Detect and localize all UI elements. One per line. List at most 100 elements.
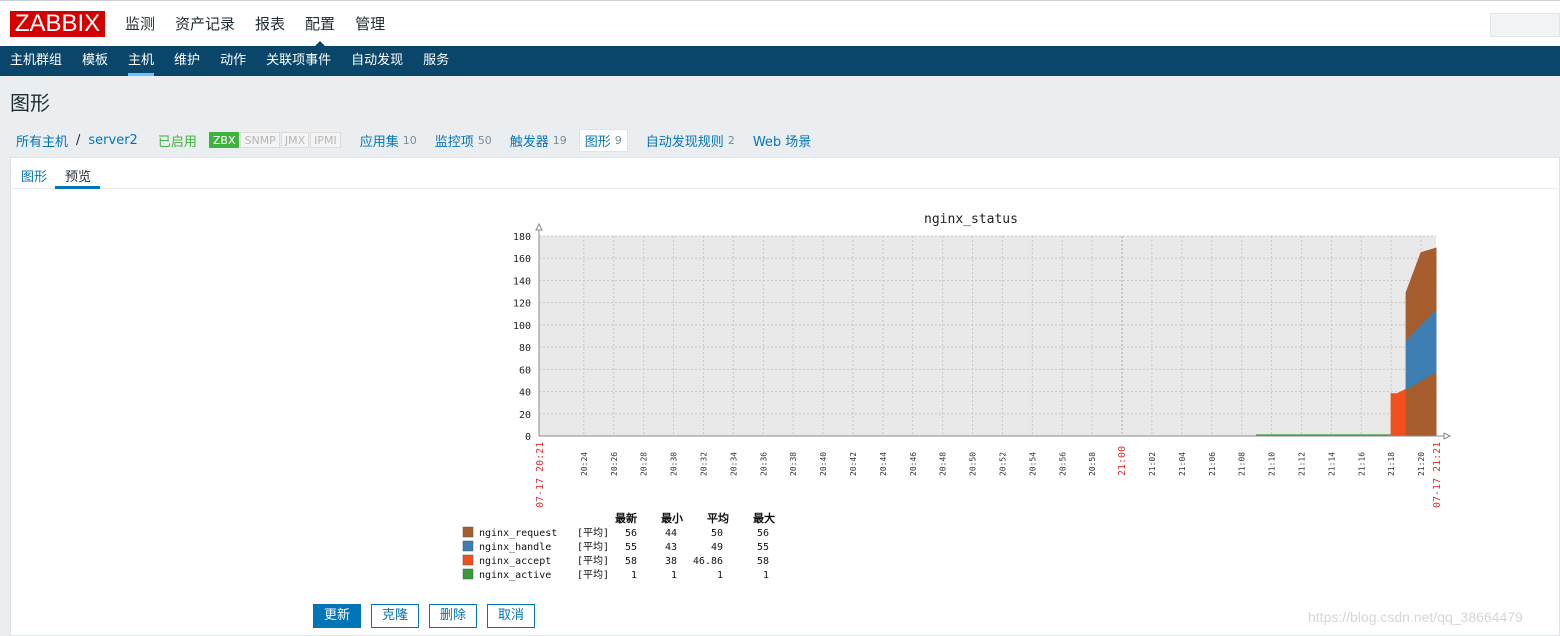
legend-header: 平均	[707, 511, 729, 525]
y-tick-label: 80	[519, 343, 531, 354]
host-section-link[interactable]: Web 场景	[753, 129, 811, 152]
x-tick-label: 21:12	[1297, 452, 1306, 476]
topnav-item[interactable]: 资产记录	[175, 1, 235, 47]
legend-series-name: nginx_request	[479, 528, 557, 539]
x-tick-label: 21:16	[1357, 452, 1366, 476]
subnav-item[interactable]: 主机	[128, 46, 155, 76]
legend-value-max: 1	[763, 570, 769, 581]
subnav-item[interactable]: 维护	[174, 46, 200, 76]
subnav-item[interactable]: 动作	[220, 46, 246, 76]
x-tick-label: 21:00	[1117, 446, 1128, 476]
x-tick-label: 21:20	[1417, 452, 1426, 476]
host-status[interactable]: 已启用	[158, 131, 197, 150]
subnav-item[interactable]: 服务	[423, 46, 449, 76]
legend-function: [平均]	[577, 527, 609, 539]
legend-header: 最新	[615, 511, 637, 525]
topnav-item[interactable]: 报表	[255, 1, 285, 47]
host-section-label: 触发器	[509, 134, 549, 150]
x-tick-label: 20:32	[699, 452, 708, 476]
clone-button[interactable]: 克隆	[371, 604, 420, 628]
host-section-link[interactable]: 图形 9	[578, 128, 628, 152]
zabbix-logo[interactable]: ZABBIX	[10, 11, 105, 37]
host-section-count: 50	[477, 133, 492, 147]
legend-header: 最大	[753, 511, 775, 525]
legend-series-name: nginx_active	[479, 570, 551, 581]
main-menu: 监测 资产记录 报表 配置 管理	[125, 1, 405, 47]
topnav-item[interactable]: 管理	[355, 1, 385, 47]
y-tick-label: 140	[513, 276, 531, 287]
x-range-label: 07-17 20:21	[535, 442, 546, 508]
x-tick-label: 20:50	[969, 452, 978, 476]
tab-graph[interactable]: 图形	[21, 166, 47, 185]
tab-preview[interactable]: 预览	[65, 166, 91, 185]
x-tick-label: 21:06	[1208, 452, 1217, 476]
availability-badges: ZBX SNMP JMX IPMI	[208, 132, 342, 148]
host-section-label: 监控项	[434, 134, 474, 150]
search-input[interactable]	[1490, 13, 1560, 37]
form-buttons: 更新 克隆 删除 取消	[313, 604, 545, 628]
host-section-count: 10	[402, 133, 417, 147]
legend-series-name: nginx_handle	[479, 542, 551, 553]
watermark: https://blog.csdn.net/qq_38664479	[1308, 609, 1523, 625]
x-tick-label: 20:44	[879, 452, 888, 476]
host-section-link[interactable]: 自动发现规则 2	[646, 129, 735, 152]
x-tick-label: 20:42	[849, 452, 858, 476]
host-section-links: 应用集 10 监控项 50 触发器 19 图形 9 自动发现规则 2 Web 场景	[342, 128, 811, 152]
legend-value-avg: 1	[717, 570, 723, 581]
host-section-label: Web 场景	[752, 134, 812, 150]
y-tick-label: 0	[525, 432, 531, 443]
cancel-button[interactable]: 取消	[487, 604, 536, 628]
breadcrumb-all-hosts[interactable]: 所有主机	[16, 131, 68, 150]
legend-function: [平均]	[577, 555, 609, 567]
host-section-count: 9	[614, 133, 622, 147]
x-tick-label: 21:08	[1238, 452, 1247, 476]
x-range-label: 07-17 21:21	[1432, 442, 1443, 508]
page-title: 图形	[10, 91, 50, 115]
host-section-link[interactable]: 触发器 19	[510, 129, 567, 152]
subnav-item[interactable]: 关联项事件	[266, 46, 331, 76]
y-tick-label: 40	[519, 388, 531, 399]
legend-value-last: 55	[625, 542, 637, 553]
x-tick-label: 20:48	[939, 452, 948, 476]
availability-badge: JMX	[280, 132, 310, 148]
legend-series-name: nginx_accept	[479, 556, 551, 567]
legend-value-max: 56	[757, 528, 769, 539]
legend-value-avg: 49	[711, 542, 723, 553]
delete-button[interactable]: 删除	[429, 604, 478, 628]
x-tick-label: 20:56	[1058, 452, 1067, 476]
breadcrumb-host[interactable]: server2	[88, 133, 137, 148]
graph-preview: nginx_status 0 20 40 60 80 100 120 140 160 180 20:…	[462, 212, 1452, 581]
chart-title: nginx_status	[924, 212, 1018, 227]
legend-function: [平均]	[577, 541, 609, 553]
y-tick-label: 20	[519, 410, 531, 421]
y-tick-label: 160	[513, 254, 531, 265]
host-section-link[interactable]: 应用集 10	[360, 129, 417, 152]
x-tick-label: 20:58	[1088, 452, 1097, 476]
legend-value-max: 58	[757, 556, 769, 567]
legend-value-max: 55	[757, 542, 769, 553]
legend-value-last: 56	[625, 528, 637, 539]
x-tick-label: 20:30	[670, 452, 679, 476]
x-tick-label: 20:28	[640, 452, 649, 476]
legend-swatch	[462, 554, 474, 566]
topnav-item[interactable]: 配置	[305, 1, 335, 47]
legend-value-avg: 46.86	[693, 556, 723, 567]
subnav-item[interactable]: 模板	[82, 46, 108, 76]
subnav-item[interactable]: 主机群组	[10, 46, 62, 76]
legend-value-min: 44	[665, 528, 677, 539]
x-tick-label: 21:14	[1327, 452, 1336, 476]
x-tick-label: 20:54	[1028, 452, 1037, 476]
top-header: ZABBIX 监测 资产记录 报表 配置 管理	[0, 0, 1560, 47]
x-tick-label: 20:46	[909, 452, 918, 476]
breadcrumb-separator: /	[76, 132, 81, 148]
legend-value-last: 1	[631, 570, 637, 581]
legend-value-min: 1	[671, 570, 677, 581]
update-button[interactable]: 更新	[313, 604, 362, 628]
legend-value-last: 58	[625, 556, 637, 567]
subnav-item[interactable]: 自动发现	[351, 46, 403, 76]
host-section-count: 19	[552, 133, 567, 147]
x-tick-label: 20:40	[819, 452, 828, 476]
topnav-item[interactable]: 监测	[125, 1, 155, 47]
host-section-link[interactable]: 监控项 50	[435, 129, 492, 152]
host-section-label: 自动发现规则	[645, 134, 724, 150]
